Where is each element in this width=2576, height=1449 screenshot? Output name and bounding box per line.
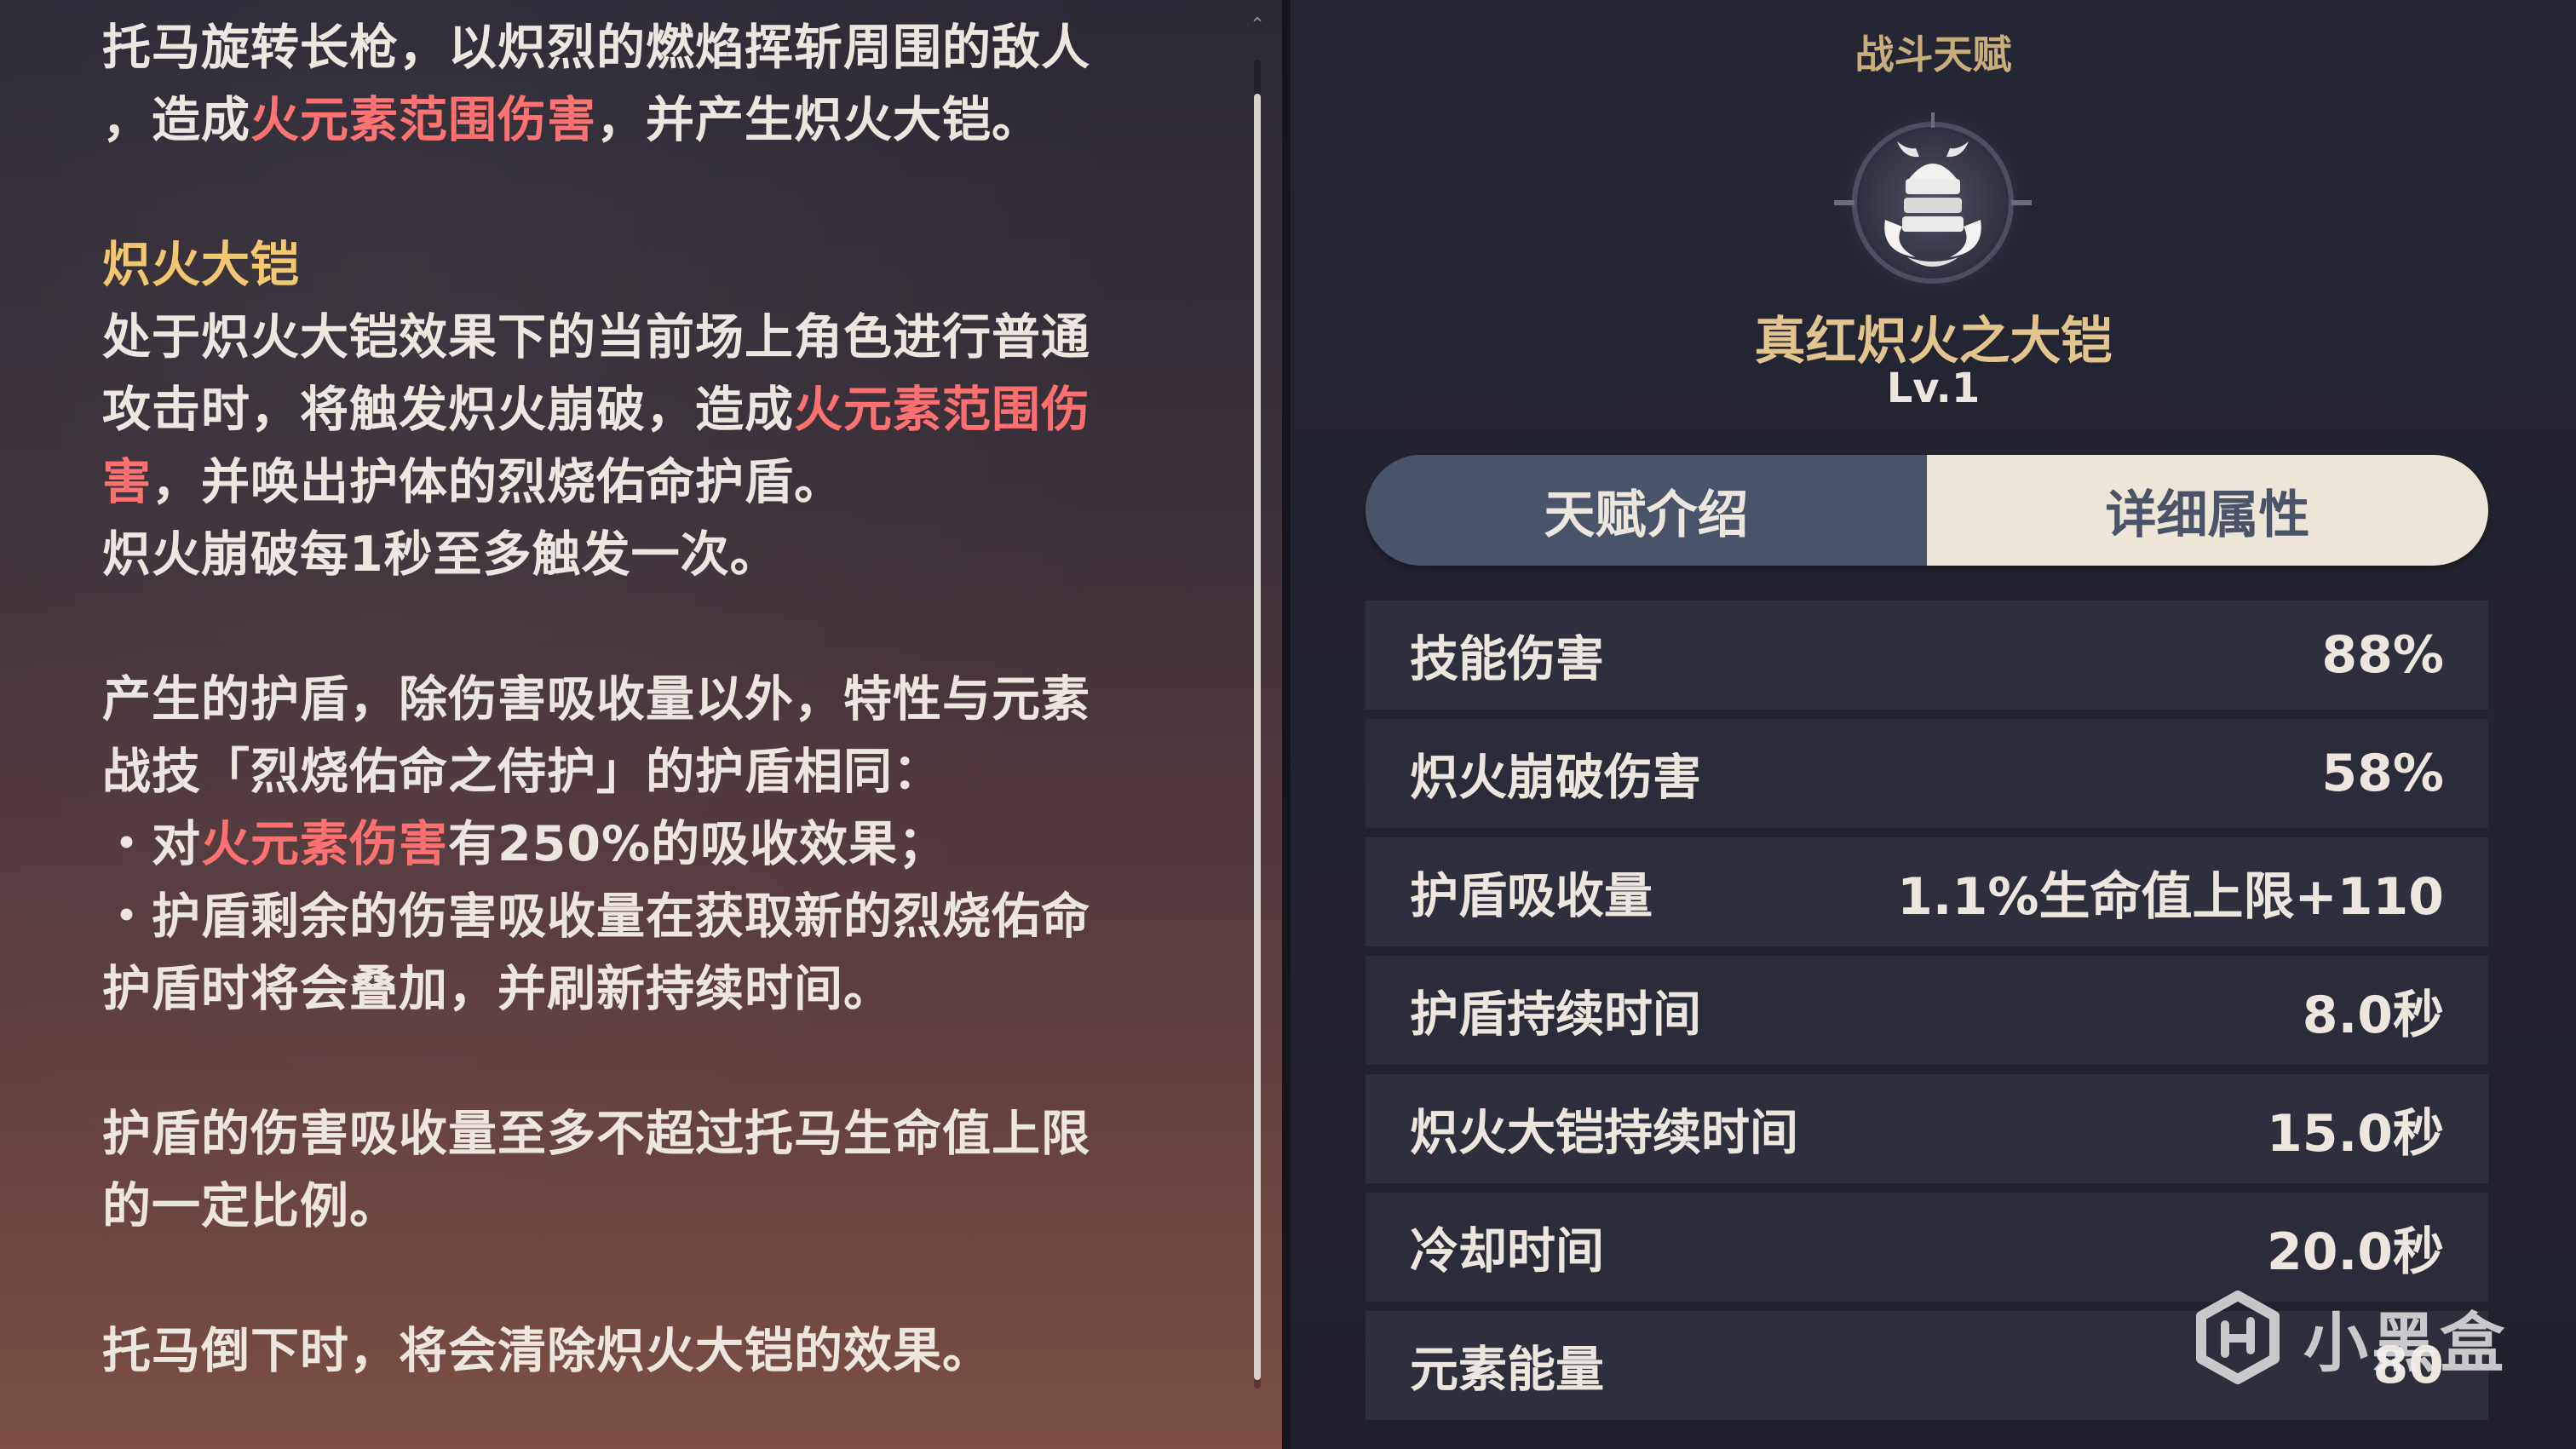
pyro-aoe-dmg-keyword: 害 [102,454,152,510]
attribute-value: 58% [2321,744,2444,803]
desc-line: 产生的护盾，除伤害吸收量以外，特性与元素 [102,664,1210,736]
tab-detailed-attributes[interactable]: 详细属性 [1927,455,2488,566]
scroll-thumb[interactable] [1254,94,1261,1380]
talent-detail-panel: 战斗天赋 真红炽火之大铠 Lv.1 天赋介绍 详细属性 技能伤害 88% 炽火崩… [1291,0,2576,1449]
desc-text: ・护盾剩余的伤害吸收量在获取新的烈烧佑命 [102,888,1090,945]
desc-text: ，造成 [102,92,250,148]
talent-tabs: 天赋介绍 详细属性 [1366,455,2488,566]
desc-text: 托马旋转长枪，以炽烈的燃焰挥斩周围的敌人 [102,20,1090,76]
attribute-value: 8.0秒 [2302,985,2444,1045]
pyro-aoe-dmg-keyword: 火元素范围伤害 [250,92,596,148]
talent-type-label: 战斗天赋 [1854,32,2012,78]
attribute-value: 20.0秒 [2266,1222,2444,1282]
attribute-row: 护盾吸收量 1.1%生命值上限+110 [1366,837,2488,946]
desc-line: 护盾的伤害吸收量至多不超过托马生命值上限 [102,1098,1210,1170]
talent-name: 真红炽火之大铠 [1754,312,2113,371]
attribute-name: 冷却时间 [1410,1223,1604,1279]
attribute-row: 护盾持续时间 8.0秒 [1366,956,2488,1065]
desc-text: 攻击时，将触发炽火崩破，造成 [102,382,794,438]
desc-line: 战技「烈烧佑命之侍护」的护盾相同： [102,736,1210,808]
section-title-text: 炽火大铠 [102,237,300,293]
attribute-name: 炽火崩破伤害 [1410,750,1701,806]
attribute-value: 1.1%生命值上限+110 [1897,866,2444,927]
desc-text: ，并产生炽火大铠。 [596,92,1041,148]
attribute-name: 护盾吸收量 [1410,868,1653,924]
desc-text: 炽火崩破每1秒至多触发一次。 [102,526,779,583]
desc-line: 护盾时将会叠加，并刷新持续时间。 [102,953,1210,1026]
scroll-up-arrow-icon[interactable]: ⌃ [1249,16,1266,35]
attribute-value: 88% [2321,625,2444,685]
pyro-aoe-dmg-keyword: 火元素范围伤 [794,382,1090,438]
attribute-row: 技能伤害 88% [1366,601,2488,710]
desc-text: 产生的护盾，除伤害吸收量以外，特性与元素 [102,671,1090,727]
description-scrollbar[interactable]: ⌃ [1242,16,1273,1389]
attribute-row: 炽火大铠持续时间 15.0秒 [1366,1074,2488,1183]
talent-level: Lv.1 [1886,365,1981,412]
tab-talent-intro[interactable]: 天赋介绍 [1366,455,1927,566]
desc-line: 的一定比例。 [102,1170,1210,1243]
desc-line: 炽火崩破每1秒至多触发一次。 [102,519,1210,591]
section-title-blazing-barrier: 炽火大铠 [102,229,1210,302]
desc-line: 攻击时，将触发炽火崩破，造成火元素范围伤 [102,374,1210,446]
attribute-name: 炽火大铠持续时间 [1410,1105,1798,1161]
desc-line: 害，并唤出护体的烈烧佑命护盾。 [102,446,1210,519]
samurai-armor-emblem-icon [1831,101,2035,305]
attribute-value: 15.0秒 [2266,1103,2444,1164]
desc-line: 托马旋转长枪，以炽烈的燃焰挥斩周围的敌人 [102,12,1210,84]
attribute-name: 护盾持续时间 [1410,986,1701,1043]
desc-text: 战技「烈烧佑命之侍护」的护盾相同： [102,744,942,800]
attribute-name: 元素能量 [1410,1342,1604,1398]
talent-description-panel: 托马旋转长枪，以炽烈的燃焰挥斩周围的敌人 ，造成火元素范围伤害，并产生炽火大铠。… [0,0,1282,1449]
desc-line: 处于炽火大铠效果下的当前场上角色进行普通 [102,302,1210,374]
desc-text: 处于炽火大铠效果下的当前场上角色进行普通 [102,309,1090,365]
talent-description-text: 托马旋转长枪，以炽烈的燃焰挥斩周围的敌人 ，造成火元素范围伤害，并产生炽火大铠。… [102,12,1210,1388]
desc-text: ・对 [102,816,201,872]
desc-bullet: ・护盾剩余的伤害吸收量在获取新的烈烧佑命 [102,881,1210,953]
panel-divider [1282,0,1291,1449]
desc-text: 有250%的吸收效果； [448,816,948,872]
pyro-dmg-keyword: 火元素伤害 [201,816,448,872]
watermark-text: 小黑盒 [2303,1305,2508,1381]
desc-text: 的一定比例。 [102,1178,399,1234]
desc-text: 护盾的伤害吸收量至多不超过托马生命值上限 [102,1106,1090,1162]
desc-text: ，并唤出护体的烈烧佑命护盾。 [152,454,843,510]
desc-bullet: ・对火元素伤害有250%的吸收效果； [102,808,1210,881]
desc-line: ，造成火元素范围伤害，并产生炽火大铠。 [102,84,1210,157]
desc-text: 托马倒下时，将会清除炽火大铠的效果。 [102,1323,992,1379]
heybox-logo-icon [2196,1291,2280,1384]
desc-line: 托马倒下时，将会清除炽火大铠的效果。 [102,1315,1210,1388]
desc-text: 护盾时将会叠加，并刷新持续时间。 [102,961,893,1017]
attribute-row: 炽火崩破伤害 58% [1366,719,2488,828]
attribute-name: 技能伤害 [1410,631,1604,687]
heybox-watermark: 小黑盒 [2191,1282,2515,1393]
